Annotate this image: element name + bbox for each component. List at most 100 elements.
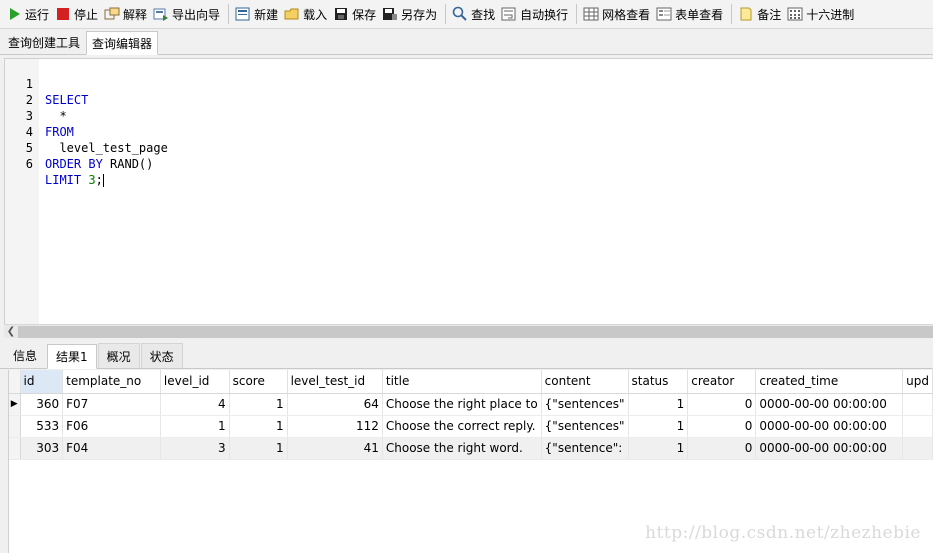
column-header-level-id[interactable]: level_id (160, 370, 230, 394)
hex-button[interactable]: 十六进制 (785, 3, 858, 25)
cell-title[interactable]: Choose the right word. (382, 437, 542, 460)
explain-button[interactable]: 解释 (102, 3, 151, 25)
code-text: SELECT (45, 93, 89, 107)
cell-template-no[interactable]: F06 (62, 415, 161, 438)
code-line: 6 LIMIT 3; (5, 140, 104, 187)
export-wizard-button[interactable]: 导出向导 (151, 3, 224, 25)
cell-score[interactable]: 1 (229, 393, 288, 416)
cell-level-id[interactable]: 1 (160, 415, 230, 438)
note-icon (738, 6, 754, 22)
cell-created-time[interactable]: 0000-00-00 00:00:00 (755, 393, 904, 416)
toolbar: 运行 停止 解释 导出向导 新建 载入 保存 另存为 查找 自动换行 网格查看 (0, 0, 933, 29)
column-header-score[interactable]: score (229, 370, 288, 394)
form-icon (656, 6, 672, 22)
column-header-created-time[interactable]: created_time (755, 370, 904, 394)
run-button[interactable]: 运行 (4, 3, 53, 25)
editor-horizontal-scrollbar[interactable]: ❮ (4, 324, 933, 338)
cell-updated[interactable] (902, 415, 933, 438)
cell-created-time[interactable]: 0000-00-00 00:00:00 (755, 437, 904, 460)
column-header-title[interactable]: title (382, 370, 542, 394)
cell-template-no[interactable]: F07 (62, 393, 161, 416)
stop-icon (55, 6, 71, 22)
find-button[interactable]: 查找 (450, 3, 499, 25)
cell-creator[interactable]: 0 (687, 415, 757, 438)
cell-level-test-id[interactable]: 64 (287, 393, 383, 416)
toolbar-separator (576, 4, 578, 24)
column-header-template-no[interactable]: template_no (62, 370, 161, 394)
tab-result-1[interactable]: 结果1 (47, 344, 97, 369)
cell-created-time[interactable]: 0000-00-00 00:00:00 (755, 415, 904, 438)
cell-template-no[interactable]: F04 (62, 437, 161, 460)
word-wrap-button[interactable]: 自动换行 (499, 3, 572, 25)
form-view-button[interactable]: 表单查看 (654, 3, 727, 25)
cell-content[interactable]: {"sentences" (541, 393, 629, 416)
toolbar-separator (445, 4, 447, 24)
play-icon (6, 6, 22, 22)
code-line: 4 level_test_page (5, 108, 168, 155)
cell-updated[interactable] (902, 437, 933, 460)
tab-status[interactable]: 状态 (140, 343, 183, 368)
column-header-level-test-id[interactable]: level_test_id (287, 370, 383, 394)
table-row[interactable]: ▶ 360 F07 4 1 64 Choose the right place … (9, 393, 933, 416)
toolbar-separator (731, 4, 733, 24)
save-as-button[interactable]: 另存为 (380, 3, 441, 25)
code-line: 1 SELECT (5, 60, 89, 107)
cell-score[interactable]: 1 (229, 415, 288, 438)
scroll-left-icon[interactable]: ❮ (4, 325, 18, 339)
cell-status[interactable]: 1 (628, 393, 689, 416)
header-row: id template_no level_id score level_test… (9, 370, 933, 394)
row-indicator-header (9, 370, 21, 394)
new-icon (235, 6, 251, 22)
new-button[interactable]: 新建 (233, 3, 282, 25)
tab-info[interactable]: 信息 (4, 343, 46, 368)
scrollbar-thumb[interactable] (18, 325, 933, 338)
cell-creator[interactable]: 0 (687, 393, 757, 416)
cell-level-test-id[interactable]: 41 (287, 437, 383, 460)
sql-number: 3 (88, 173, 96, 187)
cell-creator[interactable]: 0 (687, 437, 757, 460)
cell-id[interactable]: 303 (20, 437, 64, 460)
cell-level-test-id[interactable]: 112 (287, 415, 383, 438)
load-button[interactable]: 载入 (282, 3, 331, 25)
table-row[interactable]: 533 F06 1 1 112 Choose the correct reply… (9, 415, 933, 438)
code-text: * (45, 109, 67, 123)
sql-keyword: ORDER BY (45, 157, 103, 171)
code-line: 2 * (5, 76, 67, 123)
save-button[interactable]: 保存 (331, 3, 380, 25)
watermark: http://blog.csdn.net/zhezhebie (645, 523, 921, 543)
results-table: id template_no level_id score level_test… (9, 370, 933, 460)
cell-content[interactable]: {"sentence": (541, 437, 629, 460)
stop-button[interactable]: 停止 (53, 3, 102, 25)
wrap-icon (501, 6, 517, 22)
code-text: FROM (45, 125, 74, 139)
column-header-creator[interactable]: creator (687, 370, 757, 394)
column-header-status[interactable]: status (628, 370, 689, 394)
column-header-content[interactable]: content (541, 370, 629, 394)
sql-keyword: LIMIT (45, 173, 82, 187)
tab-query-builder[interactable]: 查询创建工具 (2, 30, 86, 54)
cell-id[interactable]: 360 (20, 393, 64, 416)
save-as-icon (382, 6, 398, 22)
cell-score[interactable]: 1 (229, 437, 288, 460)
cell-level-id[interactable]: 3 (160, 437, 230, 460)
cell-title[interactable]: Choose the right place to (382, 393, 542, 416)
table-row[interactable]: 303 F04 3 1 41 Choose the right word. {"… (9, 437, 933, 460)
sql-editor[interactable]: 1 SELECT 2 * 3 FROM 4 level_test_page 5 … (4, 58, 933, 324)
cell-status[interactable]: 1 (628, 415, 689, 438)
cell-status[interactable]: 1 (628, 437, 689, 460)
column-header-id[interactable]: id (20, 370, 64, 394)
column-header-updated[interactable]: upd (902, 370, 933, 394)
current-row-indicator-icon: ▶ (9, 393, 21, 416)
cell-updated[interactable] (902, 393, 933, 416)
tab-query-editor[interactable]: 查询编辑器 (86, 31, 159, 55)
cell-id[interactable]: 533 (20, 415, 64, 438)
cell-content[interactable]: {"sentences" (541, 415, 629, 438)
result-tabs: 信息 结果1 概况 状态 (0, 340, 933, 369)
search-icon (452, 6, 468, 22)
cell-level-id[interactable]: 4 (160, 393, 230, 416)
grid-view-button[interactable]: 网格查看 (581, 3, 654, 25)
notes-button[interactable]: 备注 (736, 3, 785, 25)
tab-profile[interactable]: 概况 (97, 343, 140, 368)
cell-title[interactable]: Choose the correct reply. (382, 415, 542, 438)
row-indicator (9, 415, 21, 438)
